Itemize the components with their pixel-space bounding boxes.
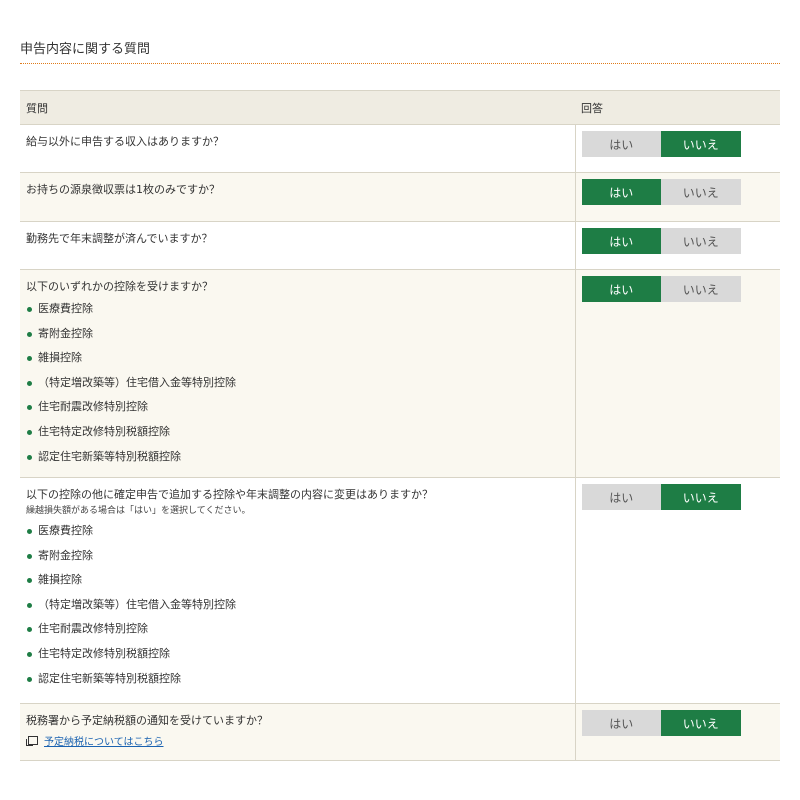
list-item: 認定住宅新築等特別税額控除 (26, 670, 569, 695)
deduction-list: 医療費控除 寄附金控除 雑損控除 （特定増改築等）住宅借入金等特別控除 住宅耐震… (26, 300, 569, 472)
question-text: 勤務先で年末調整が済んでいますか？ (26, 232, 213, 245)
deduction-list: 医療費控除 寄附金控除 雑損控除 （特定増改築等）住宅借入金等特別控除 住宅耐震… (26, 522, 569, 694)
question-text: 以下の控除の他に確定申告で追加する控除や年末調整の内容に変更はありますか？ (26, 488, 433, 501)
list-item: 認定住宅新築等特別税額控除 (26, 448, 569, 473)
yes-button[interactable]: はい (581, 484, 661, 510)
no-button[interactable]: いいえ (661, 131, 741, 157)
yes-button[interactable]: はい (581, 179, 661, 205)
yes-no-toggle: はい いいえ (581, 276, 741, 302)
no-button[interactable]: いいえ (661, 484, 741, 510)
question-note: 繰越損失額がある場合は「はい」を選択してください。 (26, 506, 251, 516)
new-window-icon (26, 736, 38, 746)
yes-button[interactable]: はい (581, 276, 661, 302)
answer-cell: はい いいえ (575, 703, 780, 761)
answer-cell: はい いいえ (575, 269, 780, 478)
answer-cell: はい いいえ (575, 124, 780, 173)
question-cell: お持ちの源泉徴収票は1枚のみですか？ (20, 172, 576, 222)
list-item: 医療費控除 (26, 300, 569, 325)
question-cell: 以下の控除の他に確定申告で追加する控除や年末調整の内容に変更はありますか？ 繰越… (20, 477, 576, 704)
question-cell: 勤務先で年末調整が済んでいますか？ (20, 221, 576, 270)
question-table: 質問 回答 給与以外に申告する収入はありますか？ はい いいえ お持ちの源泉徴収… (20, 90, 780, 761)
column-header-question: 質問 (20, 90, 575, 125)
yes-button[interactable]: はい (581, 710, 661, 736)
yes-no-toggle: はい いいえ (581, 710, 741, 736)
list-item: （特定増改築等）住宅借入金等特別控除 (26, 374, 569, 399)
yes-button[interactable]: はい (581, 131, 661, 157)
yes-no-toggle: はい いいえ (581, 228, 741, 254)
list-item: 住宅耐震改修特別控除 (26, 398, 569, 423)
no-button[interactable]: いいえ (661, 228, 741, 254)
no-button[interactable]: いいえ (661, 179, 741, 205)
question-text: お持ちの源泉徴収票は1枚のみですか？ (26, 183, 220, 196)
page-title: 申告内容に関する質問 (20, 42, 151, 57)
list-item: 住宅耐震改修特別控除 (26, 620, 569, 645)
column-header-answer: 回答 (575, 90, 780, 125)
question-row-prepayment: 税務署から予定納税額の通知を受けていますか？ 予定納税についてはこちら はい い… (20, 703, 780, 761)
yes-no-toggle: はい いいえ (581, 484, 741, 510)
no-button[interactable]: いいえ (661, 276, 741, 302)
list-item: 雑損控除 (26, 349, 569, 374)
table-header-row: 質問 回答 (20, 90, 780, 125)
question-cell: 以下のいずれかの控除を受けますか？ 医療費控除 寄附金控除 雑損控除 （特定増改… (20, 269, 576, 478)
list-item: 医療費控除 (26, 522, 569, 547)
list-item: 住宅特定改修特別税額控除 (26, 423, 569, 448)
question-row-income: 給与以外に申告する収入はありますか？ はい いいえ (20, 124, 780, 173)
list-item: 寄附金控除 (26, 325, 569, 350)
question-row-withholding: お持ちの源泉徴収票は1枚のみですか？ はい いいえ (20, 172, 780, 222)
title-divider (20, 63, 780, 64)
question-text: 給与以外に申告する収入はありますか？ (26, 135, 224, 148)
question-cell: 税務署から予定納税額の通知を受けていますか？ 予定納税についてはこちら (20, 703, 576, 761)
prepayment-info-link[interactable]: 予定納税についてはこちら (44, 733, 164, 748)
yes-no-toggle: はい いいえ (581, 131, 741, 157)
question-row-additional-deductions: 以下の控除の他に確定申告で追加する控除や年末調整の内容に変更はありますか？ 繰越… (20, 477, 780, 704)
list-item: （特定増改築等）住宅借入金等特別控除 (26, 596, 569, 621)
list-item: 寄附金控除 (26, 547, 569, 572)
question-text: 税務署から予定納税額の通知を受けていますか？ (26, 714, 268, 727)
question-row-year-end: 勤務先で年末調整が済んでいますか？ はい いいえ (20, 221, 780, 270)
question-row-deductions: 以下のいずれかの控除を受けますか？ 医療費控除 寄附金控除 雑損控除 （特定増改… (20, 269, 780, 478)
prepayment-link-row: 予定納税についてはこちら (26, 733, 569, 748)
no-button[interactable]: いいえ (661, 710, 741, 736)
list-item: 雑損控除 (26, 571, 569, 596)
yes-button[interactable]: はい (581, 228, 661, 254)
question-text: 以下のいずれかの控除を受けますか？ (26, 280, 213, 293)
answer-cell: はい いいえ (575, 221, 780, 270)
question-cell: 給与以外に申告する収入はありますか？ (20, 124, 576, 173)
yes-no-toggle: はい いいえ (581, 179, 741, 205)
answer-cell: はい いいえ (575, 477, 780, 704)
answer-cell: はい いいえ (575, 172, 780, 222)
list-item: 住宅特定改修特別税額控除 (26, 645, 569, 670)
